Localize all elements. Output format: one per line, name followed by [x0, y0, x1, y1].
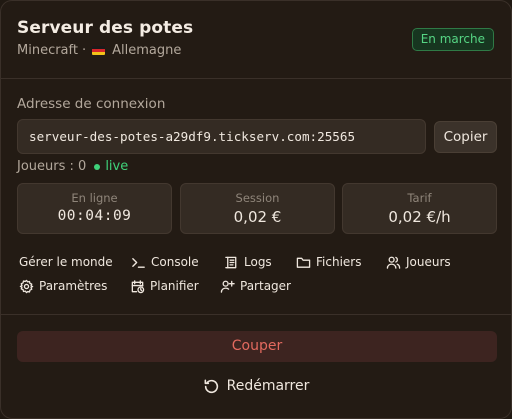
stat-value: 00:04:09: [57, 208, 132, 224]
stat-uptime: En ligne 00:04:09: [17, 183, 172, 234]
share-button[interactable]: Partager: [220, 277, 291, 295]
stat-session: Session 0,02 €: [180, 183, 335, 234]
files-button[interactable]: Fichiers: [296, 253, 361, 271]
restart-label: Redémarrer: [226, 378, 310, 394]
gear-icon: [19, 279, 34, 293]
connection-address-field[interactable]: serveur-des-potes-a29df9.tickserv.com:25…: [17, 119, 426, 154]
server-title: Serveur des potes: [17, 18, 194, 38]
server-subtitle: Minecraft · Allemagne: [17, 43, 181, 58]
restart-icon: [204, 379, 218, 393]
players-count: Joueurs : 0: [17, 159, 87, 174]
actions-divider: [1, 314, 511, 315]
stat-value: 0,02 €/h: [388, 208, 451, 226]
server-header: Serveur des potes Minecraft · Allemagne …: [17, 18, 495, 62]
stat-label: En ligne: [71, 191, 118, 205]
logs-label: Logs: [244, 255, 272, 269]
copy-button[interactable]: Copier: [434, 121, 497, 153]
server-card: Serveur des potes Minecraft · Allemagne …: [0, 0, 512, 419]
restart-button[interactable]: Redémarrer: [1, 376, 511, 396]
game-name: Minecraft: [17, 43, 78, 58]
stat-rate: Tarif 0,02 €/h: [342, 183, 497, 234]
schedule-label: Planifier: [150, 279, 199, 293]
stat-label: Session: [235, 191, 280, 205]
users-icon: [386, 256, 401, 269]
manage-world-label: Gérer le monde: [19, 255, 113, 269]
terminal-icon: [132, 257, 145, 268]
players-status: Joueurs : 0 live: [17, 159, 128, 174]
share-label: Partager: [240, 279, 291, 293]
calendar-clock-icon: [131, 279, 145, 293]
server-location: Allemagne: [112, 43, 182, 58]
subtitle-separator: ·: [81, 43, 87, 58]
console-button[interactable]: Console: [131, 253, 199, 271]
players-label: Joueurs: [406, 255, 451, 269]
settings-button[interactable]: Paramètres: [19, 277, 107, 295]
schedule-button[interactable]: Planifier: [130, 277, 199, 295]
players-button[interactable]: Joueurs: [386, 253, 451, 271]
logs-icon: [225, 256, 237, 268]
live-indicator: live: [94, 159, 128, 174]
files-label: Fichiers: [316, 255, 362, 269]
live-dot-icon: [94, 163, 101, 170]
connection-label: Adresse de connexion: [17, 96, 166, 112]
console-label: Console: [151, 255, 199, 269]
user-plus-icon: [220, 280, 235, 293]
germany-flag-icon: [92, 46, 106, 55]
settings-label: Paramètres: [39, 279, 108, 293]
logs-button[interactable]: Logs: [224, 253, 272, 271]
stat-value: 0,02 €: [233, 208, 282, 226]
stop-server-button[interactable]: Couper: [17, 331, 497, 362]
folder-icon: [296, 257, 311, 268]
header-divider: [1, 78, 511, 79]
manage-world-button[interactable]: Gérer le monde: [19, 253, 113, 271]
status-badge: En marche: [411, 28, 494, 51]
live-label: live: [105, 159, 129, 174]
stat-label: Tarif: [407, 191, 432, 205]
